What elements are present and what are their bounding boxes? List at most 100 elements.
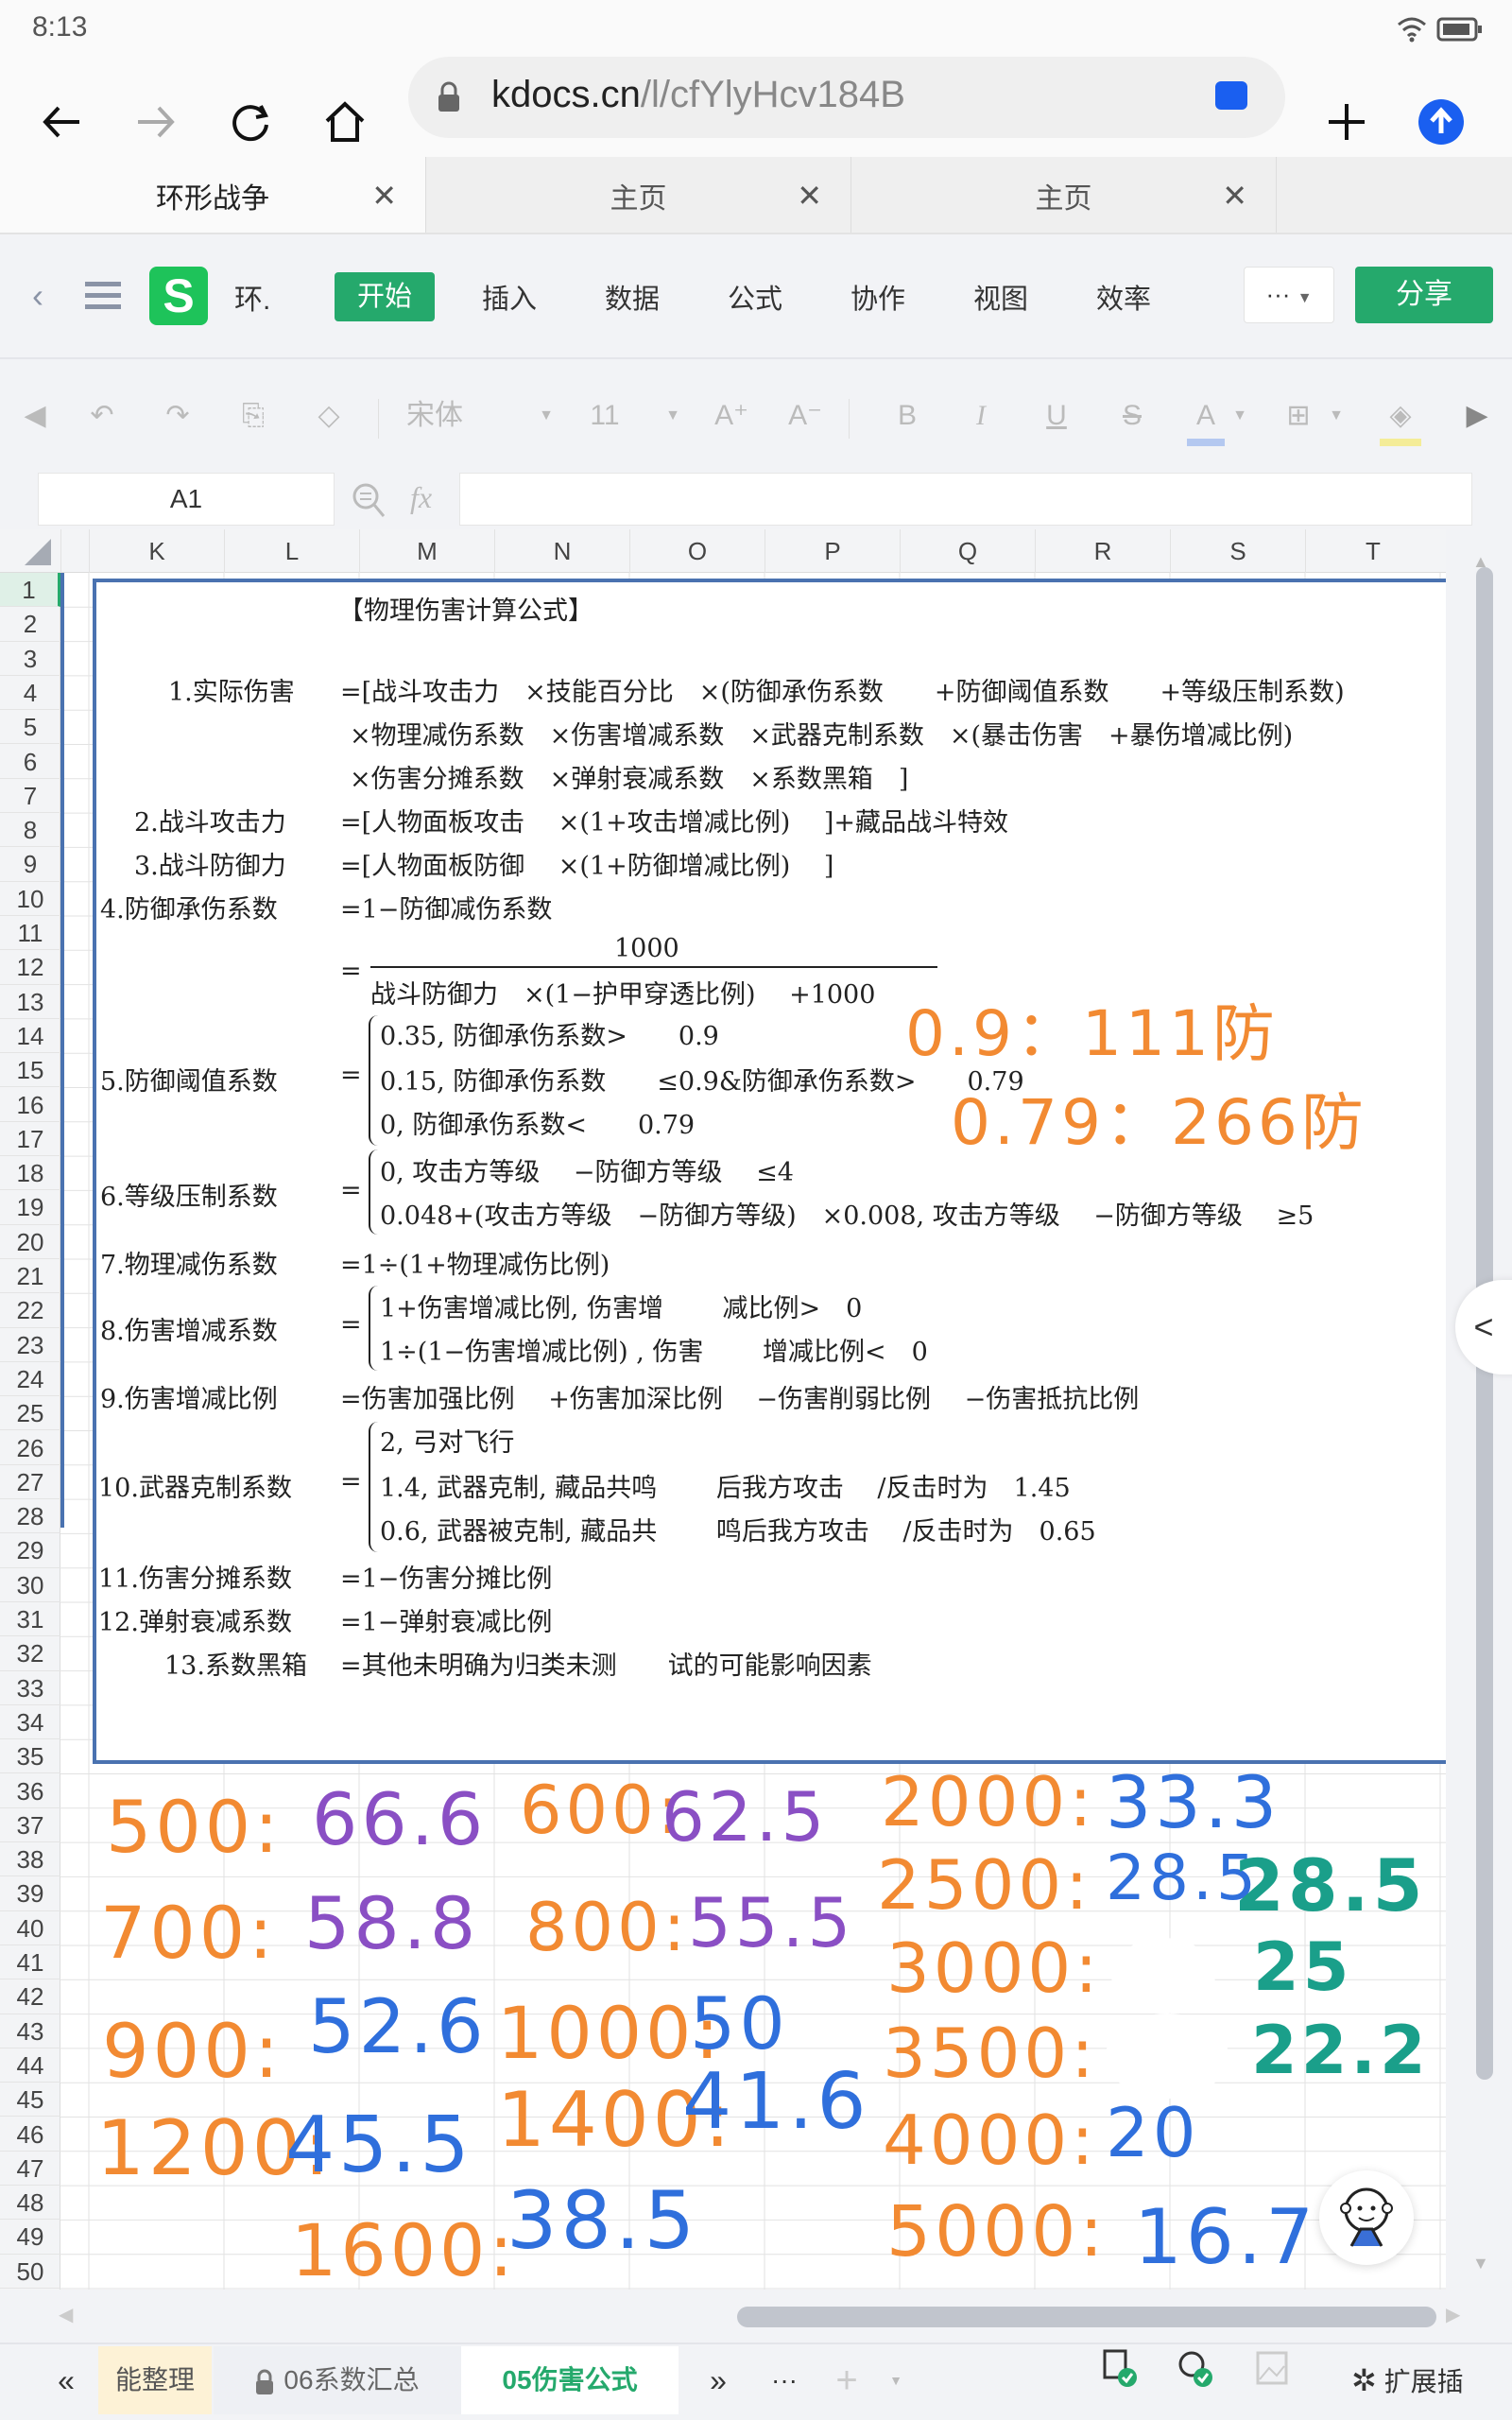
- strikethrough-button[interactable]: S: [1113, 393, 1151, 439]
- new-tab-button[interactable]: [1314, 89, 1380, 155]
- bold-button[interactable]: B: [888, 393, 926, 439]
- caret-down-icon[interactable]: ▼: [1228, 393, 1251, 439]
- document-title[interactable]: 环.: [234, 276, 270, 318]
- column-header-k[interactable]: K: [89, 529, 224, 573]
- caret-down-icon[interactable]: ▼: [535, 393, 558, 439]
- row-header[interactable]: 45: [0, 2083, 60, 2118]
- row-header[interactable]: 37: [0, 1808, 60, 1843]
- row-header[interactable]: 41: [0, 1945, 60, 1980]
- column-header-t[interactable]: T: [1305, 529, 1440, 573]
- row-header[interactable]: 34: [0, 1705, 60, 1740]
- tab-start[interactable]: 开始: [335, 272, 436, 321]
- row-header[interactable]: 39: [0, 1876, 60, 1911]
- increase-font-button[interactable]: A⁺: [711, 393, 752, 439]
- add-sheet-button[interactable]: +: [828, 2346, 866, 2414]
- tab-insert[interactable]: 插入: [482, 276, 537, 323]
- row-header[interactable]: 47: [0, 2152, 60, 2187]
- row-header[interactable]: 5: [0, 710, 60, 745]
- formula-image[interactable]: 【物理伤害计算公式】 1.实际伤害 =[战斗攻击力 ×技能百分比 ×(防御承伤系…: [93, 579, 1469, 1764]
- scroll-left-icon[interactable]: ◀: [59, 2303, 73, 2326]
- column-header-m[interactable]: M: [359, 529, 494, 573]
- upload-button[interactable]: [1408, 89, 1474, 155]
- row-header[interactable]: 36: [0, 1774, 60, 1808]
- row-header[interactable]: 23: [0, 1328, 60, 1362]
- browser-tab[interactable]: 主页 ✕: [850, 157, 1276, 234]
- horizontal-scrollbar[interactable]: ◀ ▶: [0, 2290, 1512, 2342]
- italic-button[interactable]: I: [962, 393, 1000, 439]
- eraser-icon[interactable]: ◇: [310, 393, 348, 439]
- row-header[interactable]: 24: [0, 1362, 60, 1397]
- font-select[interactable]: 宋体: [406, 393, 501, 439]
- row-header[interactable]: 9: [0, 847, 60, 882]
- assistant-mascot[interactable]: [1319, 2170, 1414, 2265]
- sheet-tab-active[interactable]: 05伤害公式: [461, 2346, 679, 2414]
- column-header-s[interactable]: S: [1170, 529, 1305, 573]
- share-button[interactable]: 分享: [1355, 267, 1493, 323]
- row-header[interactable]: 30: [0, 1568, 60, 1602]
- row-header[interactable]: 28: [0, 1499, 60, 1534]
- row-header[interactable]: 31: [0, 1602, 60, 1637]
- globe-check-icon[interactable]: [1172, 2346, 1219, 2414]
- row-header[interactable]: 17: [0, 1122, 60, 1157]
- tab-formula[interactable]: 公式: [728, 276, 782, 323]
- row-header[interactable]: 29: [0, 1533, 60, 1568]
- menu-icon[interactable]: [85, 280, 121, 317]
- next-sheet-button[interactable]: »: [699, 2346, 737, 2414]
- column-header-l[interactable]: L: [224, 529, 359, 573]
- extensions-button[interactable]: ✲ 扩展插: [1351, 2346, 1512, 2414]
- row-header[interactable]: 15: [0, 1053, 60, 1088]
- row-header[interactable]: 33: [0, 1671, 60, 1705]
- row-header[interactable]: 6: [0, 745, 60, 779]
- decrease-font-button[interactable]: A⁻: [784, 393, 826, 439]
- font-color-button[interactable]: A: [1187, 393, 1225, 446]
- zoom-icon[interactable]: [352, 482, 386, 525]
- address-bar[interactable]: kdocs.cn/l/cfYlyHcv184B: [408, 57, 1285, 138]
- row-header[interactable]: 11: [0, 916, 60, 951]
- row-header[interactable]: 25: [0, 1396, 60, 1431]
- column-header-r[interactable]: R: [1035, 529, 1170, 573]
- column-header-o[interactable]: O: [629, 529, 765, 573]
- row-header[interactable]: 12: [0, 950, 60, 985]
- undo-icon[interactable]: ↶: [83, 393, 121, 439]
- chevron-left-icon[interactable]: ‹: [32, 276, 43, 316]
- tab-switcher-icon[interactable]: [1215, 81, 1247, 110]
- tab-efficiency[interactable]: 效率: [1096, 276, 1151, 323]
- row-header[interactable]: 20: [0, 1225, 60, 1259]
- home-button[interactable]: [312, 89, 378, 155]
- row-header[interactable]: 40: [0, 1911, 60, 1945]
- row-header[interactable]: 8: [0, 813, 60, 848]
- row-header[interactable]: 49: [0, 2220, 60, 2255]
- close-icon[interactable]: ✕: [797, 178, 822, 214]
- more-button[interactable]: ··· ▼: [1244, 267, 1334, 323]
- close-icon[interactable]: ✕: [1222, 178, 1247, 214]
- fill-color-icon[interactable]: ◈: [1380, 393, 1421, 446]
- close-icon[interactable]: ✕: [371, 178, 397, 214]
- scroll-right-icon[interactable]: ▶: [1446, 2303, 1460, 2326]
- row-header[interactable]: 10: [0, 882, 60, 916]
- redo-icon[interactable]: ↷: [159, 393, 197, 439]
- browser-tab[interactable]: 环形战争 ✕: [0, 157, 425, 234]
- underline-button[interactable]: U: [1038, 393, 1075, 439]
- vertical-scrollbar[interactable]: ▲ ▼: [1446, 529, 1512, 2288]
- reload-button[interactable]: [217, 89, 284, 155]
- scroll-down-icon[interactable]: ▼: [1472, 2254, 1489, 2273]
- caret-down-icon[interactable]: ▼: [1325, 393, 1348, 439]
- row-header[interactable]: 44: [0, 2048, 60, 2083]
- row-header[interactable]: 19: [0, 1190, 60, 1225]
- row-header[interactable]: 26: [0, 1431, 60, 1465]
- name-box[interactable]: A1: [38, 473, 335, 526]
- row-header[interactable]: 16: [0, 1088, 60, 1122]
- column-header-frozen[interactable]: [60, 529, 89, 573]
- sheet-more-button[interactable]: ···: [765, 2346, 803, 2414]
- scroll-left-icon[interactable]: ◀: [21, 393, 49, 439]
- borders-icon[interactable]: ⊞: [1278, 393, 1319, 439]
- row-header[interactable]: 22: [0, 1293, 60, 1328]
- forward-button[interactable]: [123, 89, 189, 155]
- row-header[interactable]: 14: [0, 1019, 60, 1054]
- tab-view[interactable]: 视图: [973, 276, 1028, 323]
- row-header[interactable]: 32: [0, 1636, 60, 1671]
- sheet-tab[interactable]: 06系数汇总: [214, 2346, 461, 2414]
- scroll-right-icon[interactable]: ▶: [1463, 393, 1491, 439]
- back-button[interactable]: [28, 89, 94, 155]
- row-header[interactable]: 35: [0, 1739, 60, 1774]
